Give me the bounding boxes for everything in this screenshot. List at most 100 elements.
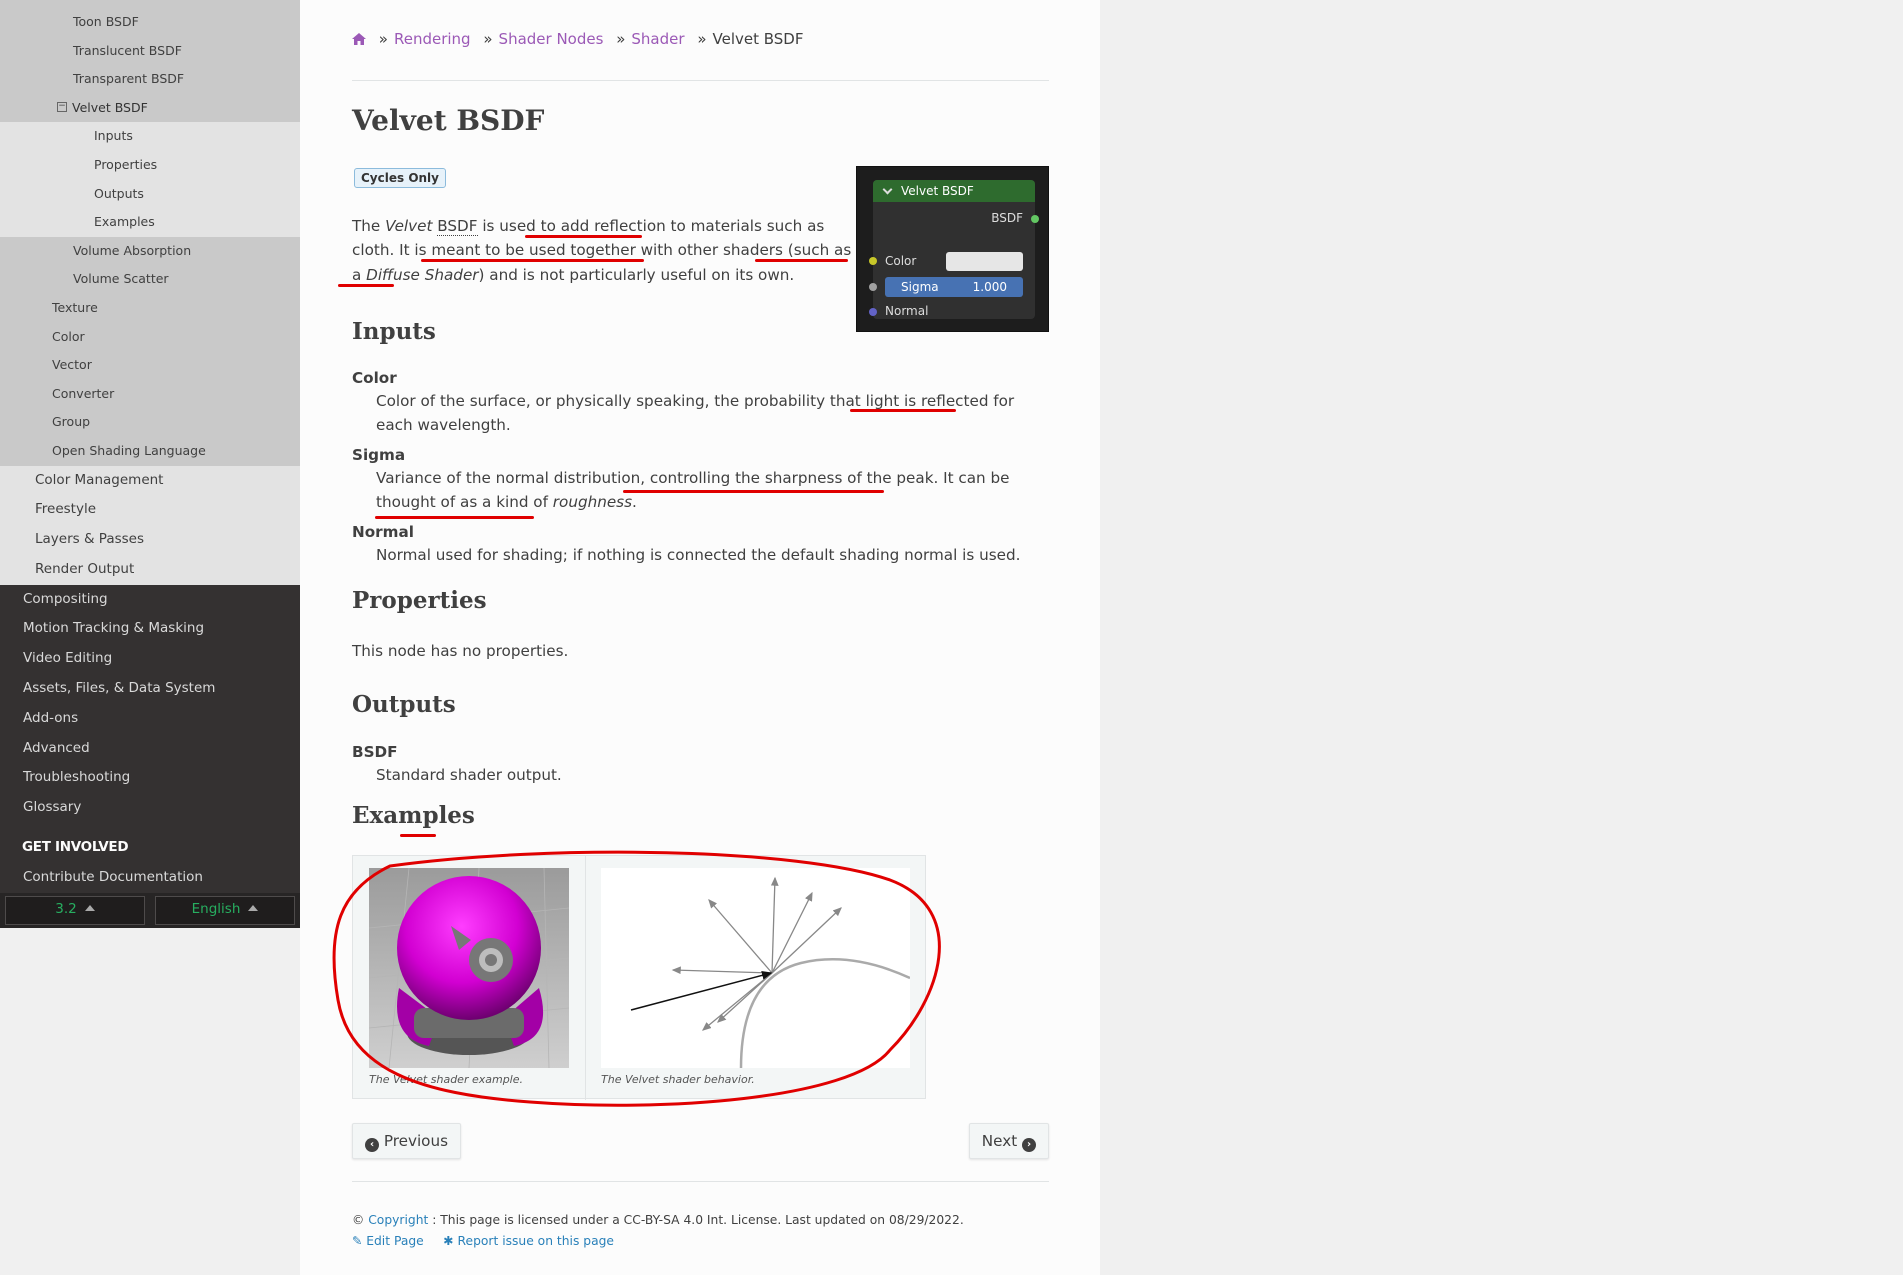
sidebar-item-color[interactable]: Color [0,322,300,352]
breadcrumb-current: Velvet BSDF [712,30,804,48]
home-link[interactable] [352,30,371,48]
intro-text: ) and is not particularly useful on its … [478,265,795,284]
node-header: Velvet BSDF [873,180,1035,202]
sidebar-item-properties[interactable]: Properties [0,150,300,180]
version-selector[interactable]: 3.2 [5,896,145,925]
sidebar-item-velvet-bsdf[interactable]: − Velvet BSDF [0,93,300,123]
annotation-underline [375,516,534,519]
diffuse-shader-ref: Diffuse Shader [366,265,479,284]
outputs-list: BSDF Standard shader output. [352,741,562,787]
caret-up-icon [248,905,259,911]
input-term: Color [352,369,397,387]
sidebar-item-layers-passes[interactable]: Layers & Passes [0,525,300,555]
sidebar-item-outputs[interactable]: Outputs [0,179,300,209]
sidebar-item-glossary[interactable]: Glossary [0,793,300,823]
edit-icon: ✎ [352,1234,363,1248]
input-desc: Normal used for shading; if nothing is c… [376,545,1021,564]
sidebar-item-video-editing[interactable]: Video Editing [0,644,300,674]
sidebar-item-group[interactable]: Group [0,408,300,437]
sidebar-spacer [0,0,300,8]
inputs-list: Color Color of the surface, or physicall… [352,367,1049,567]
sigma-label: Sigma [901,280,939,294]
page-title: Velvet BSDF [352,104,545,137]
annotation-underline [525,235,642,238]
sidebar-item-examples[interactable]: Examples [0,208,300,237]
annotation-underline [850,409,956,412]
breadcrumb-separator: » [697,30,707,48]
collapse-icon[interactable]: − [57,102,67,113]
caret-up-icon [84,905,95,911]
bsdf-abbr: BSDF [437,217,478,236]
sidebar-item-texture[interactable]: Texture [0,293,300,323]
sidebar-item-volume-absorption[interactable]: Volume Absorption [0,236,300,266]
node-screenshot: Velvet BSDF BSDF Color Sigma 1.000 Normal [856,166,1049,332]
sidebar-item-assets[interactable]: Assets, Files, & Data System [0,674,300,704]
divider [352,80,1049,81]
color-swatch [946,252,1023,271]
annotation-underline [400,834,436,837]
sidebar-item-advanced[interactable]: Advanced [0,734,300,764]
breadcrumb: » Rendering » Shader Nodes » Shader » Velvet… [352,30,803,52]
breadcrumb-shader-nodes[interactable]: Shader Nodes [499,30,604,48]
footer-links: ✎ Edit Page ✱ Report issue on this page [352,1231,964,1252]
node-output-label: BSDF [991,211,1023,225]
breadcrumb-separator: » [483,30,493,48]
breadcrumb-shader[interactable]: Shader [631,30,684,48]
home-icon [352,33,366,45]
sidebar-section-shader: Toon BSDF Translucent BSDF Transparent B… [0,0,300,123]
sidebar-item-osl[interactable]: Open Shading Language [0,436,300,466]
output-socket [1031,215,1039,223]
bug-icon: ✱ [443,1234,454,1248]
copyright-link[interactable]: Copyright [368,1213,428,1227]
sigma-value: 1.000 [972,280,1007,294]
properties-text: This node has no properties. [352,642,569,660]
intro-velvet: Velvet [385,217,433,235]
sidebar-item-converter[interactable]: Converter [0,379,300,409]
sidebar-item-label: Velvet BSDF [72,99,148,115]
copyright-symbol: © [352,1213,365,1227]
report-issue-label: Report issue on this page [457,1234,614,1248]
page-footer: © Copyright : This page is licensed unde… [352,1210,964,1252]
sidebar-item-add-ons[interactable]: Add-ons [0,704,300,734]
language-selector[interactable]: English [155,896,295,925]
velvet-node: Velvet BSDF BSDF Color Sigma 1.000 Normal [869,180,1039,319]
input-desc: Color of the surface, or physically spea… [376,392,1015,435]
annotation-circle [332,850,941,1107]
edit-page-link[interactable]: ✎ Edit Page [352,1234,424,1248]
sidebar-item-toon-bsdf[interactable]: Toon BSDF [0,8,300,37]
license-text: : This page is licensed under a CC-BY-SA… [432,1213,964,1227]
sidebar-item-volume-scatter[interactable]: Volume Scatter [0,265,300,294]
sidebar-item-translucent-bsdf[interactable]: Translucent BSDF [0,36,300,66]
sidebar-item-troubleshooting[interactable]: Troubleshooting [0,763,300,793]
sidebar-item-render-output[interactable]: Render Output [0,554,300,585]
color-socket [869,257,877,265]
version-bar: 3.2 English [0,893,300,928]
breadcrumb-rendering[interactable]: Rendering [394,30,471,48]
normal-socket [869,308,877,316]
sidebar-item-vector[interactable]: Vector [0,351,300,380]
inputs-heading: Inputs [352,318,436,345]
sidebar-item-transparent-bsdf[interactable]: Transparent BSDF [0,65,300,94]
sidebar-item-inputs[interactable]: Inputs [0,122,300,151]
sidebar-item-color-management[interactable]: Color Management [0,465,300,496]
sidebar-item-freestyle[interactable]: Freestyle [0,495,300,526]
intro-text: The [352,217,386,235]
sidebar-caption: GET INVOLVED [22,839,129,856]
main-content: » Rendering » Shader Nodes » Shader » Velvet… [300,0,1100,1275]
sidebar-item-compositing[interactable]: Compositing [0,585,300,615]
report-issue-link[interactable]: ✱ Report issue on this page [443,1234,614,1248]
annotation-underline [755,259,848,262]
output-desc: Standard shader output. [376,766,562,784]
sidebar-item-motion-tracking[interactable]: Motion Tracking & Masking [0,614,300,644]
previous-button[interactable]: ‹ Previous [352,1123,462,1159]
arrow-left-circle-icon: ‹ [365,1138,379,1152]
sidebar-subsection-velvet: Inputs Properties Outputs Examples [0,122,300,237]
edit-page-label: Edit Page [366,1234,424,1248]
sidebar-nav: Toon BSDF Translucent BSDF Transparent B… [0,0,300,928]
input-desc-text: . [632,493,637,512]
sidebar-item-contribute[interactable]: Contribute Documentation [0,863,300,891]
next-button[interactable]: Next › [968,1123,1049,1159]
node-color-label: Color [885,254,917,268]
input-term: Normal [352,522,414,541]
sigma-slider: Sigma 1.000 [885,277,1023,297]
